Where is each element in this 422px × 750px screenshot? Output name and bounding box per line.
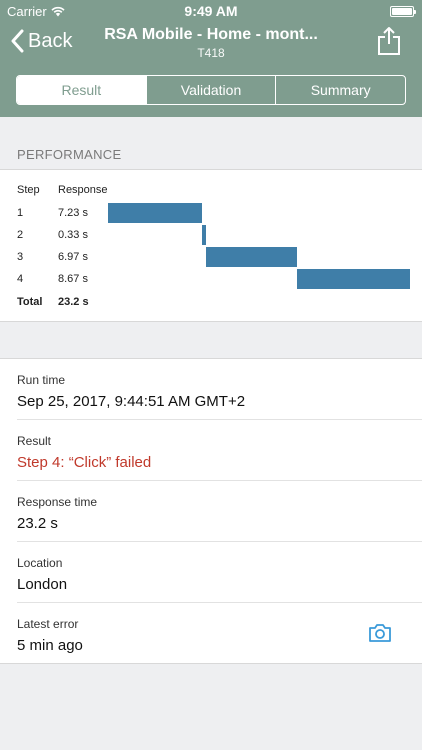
page-subtitle: T418 — [197, 46, 225, 60]
step-number: 1 — [17, 207, 24, 219]
location-value: London — [17, 576, 68, 593]
segmented-control: Result Validation Summary — [16, 75, 406, 105]
battery-icon — [390, 6, 416, 17]
step-bar — [108, 203, 203, 223]
camera-icon[interactable] — [368, 623, 392, 643]
response-time-value: 23.2 s — [17, 515, 58, 532]
run-time-label: Run time — [17, 373, 66, 387]
step-column-header: Step — [17, 184, 40, 196]
step-number: 2 — [17, 229, 24, 241]
location-label: Location — [17, 556, 63, 570]
step-number: 3 — [17, 251, 24, 263]
title-block: RSA Mobile - Home - mont... T418 — [100, 26, 322, 60]
details-list: Run time Sep 25, 2017, 9:44:51 AM GMT+2 … — [0, 358, 422, 664]
run-time-item: Run time Sep 25, 2017, 9:44:51 AM GMT+2 — [17, 359, 422, 420]
header: Carrier 9:49 AM Back RSA Mobile - Home -… — [0, 0, 422, 117]
perf-row: 3 6.97 s — [0, 247, 422, 269]
performance-section-label: PERFORMANCE — [17, 147, 122, 162]
chevron-left-icon — [11, 29, 24, 53]
latest-error-item: Latest error 5 min ago — [17, 603, 422, 664]
step-bar — [297, 269, 410, 289]
perf-total-row: Total 23.2 s — [0, 292, 422, 314]
step-bar — [202, 225, 207, 245]
tab-result[interactable]: Result — [17, 76, 146, 104]
total-value: 23.2 s — [58, 296, 89, 308]
response-column-header: Response — [58, 184, 108, 196]
result-value: Step 4: “Click” failed — [17, 454, 152, 471]
result-item: Result Step 4: “Click” failed — [17, 420, 422, 481]
status-time: 9:49 AM — [184, 3, 238, 19]
run-time-value: Sep 25, 2017, 9:44:51 AM GMT+2 — [17, 393, 246, 410]
step-response: 6.97 s — [58, 251, 88, 263]
step-number: 4 — [17, 273, 24, 285]
page-title: RSA Mobile - Home - mont... — [104, 26, 318, 43]
response-time-item: Response time 23.2 s — [17, 481, 422, 542]
result-label: Result — [17, 434, 52, 448]
status-bar: Carrier 9:49 AM — [0, 0, 422, 22]
step-bar — [206, 247, 298, 267]
tab-validation[interactable]: Validation — [145, 76, 276, 104]
total-label: Total — [17, 296, 43, 308]
step-response: 0.33 s — [58, 229, 88, 241]
response-time-label: Response time — [17, 495, 98, 509]
latest-error-label: Latest error — [17, 617, 79, 631]
navigation-bar: Back RSA Mobile - Home - mont... T418 — [0, 22, 422, 66]
perf-row: 1 7.23 s — [0, 203, 422, 225]
tab-summary[interactable]: Summary — [275, 76, 405, 104]
share-icon[interactable] — [376, 26, 402, 56]
location-item: Location London — [17, 542, 422, 603]
perf-row: 4 8.67 s — [0, 269, 422, 291]
step-response: 7.23 s — [58, 207, 88, 219]
back-button[interactable]: Back — [10, 29, 72, 53]
perf-row: 2 0.33 s — [0, 225, 422, 247]
latest-error-value: 5 min ago — [17, 637, 83, 654]
back-label: Back — [28, 29, 73, 52]
step-response: 8.67 s — [58, 273, 88, 285]
performance-panel: Step Response 1 7.23 s 2 0.33 s 3 6.97 s… — [0, 169, 422, 322]
